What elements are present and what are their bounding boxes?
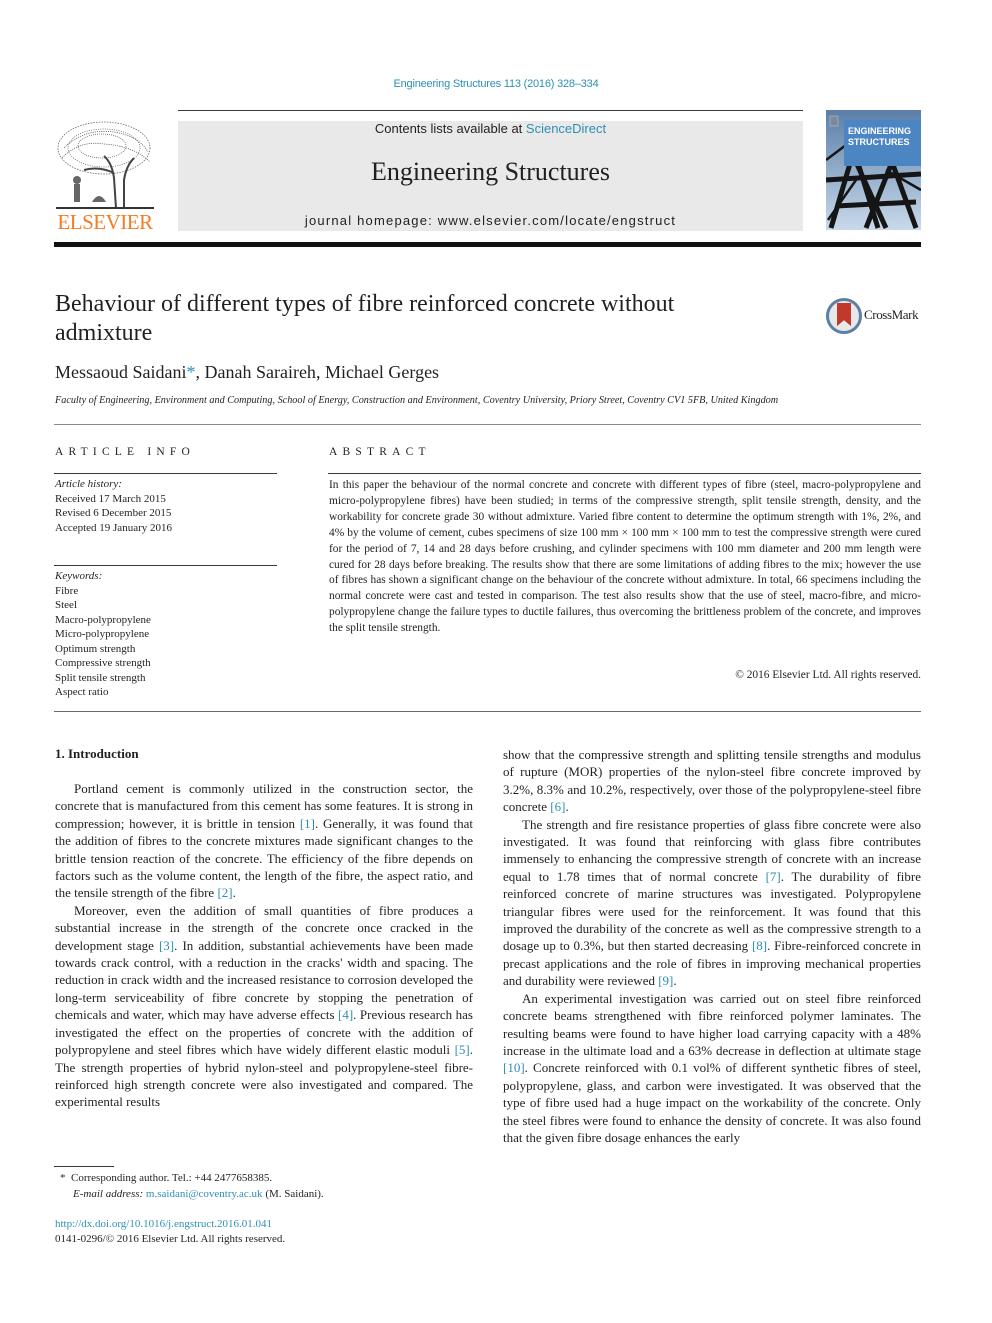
abstract-copyright: © 2016 Elsevier Ltd. All rights reserved… bbox=[735, 669, 921, 681]
history-label: Article history: bbox=[55, 478, 122, 490]
body-paragraph: show that the compressive strength and s… bbox=[503, 746, 921, 816]
article-history: Article history: Received 17 March 2015 … bbox=[55, 477, 275, 535]
body-column-right: show that the compressive strength and s… bbox=[503, 746, 921, 1146]
body-paragraph: Portland cement is commonly utilized in … bbox=[55, 780, 473, 902]
contents-prefix: Contents lists available at bbox=[374, 121, 526, 136]
body-text: . bbox=[673, 973, 677, 989]
section-heading-introduction: 1. Introduction bbox=[55, 746, 139, 761]
keywords-list: Keywords: Fibre Steel Macro-polypropylen… bbox=[55, 569, 275, 700]
keyword: Split tensile strength bbox=[55, 671, 146, 684]
history-accepted: Accepted 19 January 2016 bbox=[55, 521, 172, 534]
author-list: Messaoud Saidani*, Danah Saraireh, Micha… bbox=[55, 362, 439, 383]
author-name[interactable]: Danah Saraireh bbox=[204, 362, 315, 382]
cover-title-line-2: STRUCTURES bbox=[848, 137, 910, 147]
footnote-email: E-mail address: m.saidani@coventry.ac.uk… bbox=[60, 1186, 480, 1202]
citation-link[interactable]: [5] bbox=[455, 1042, 470, 1057]
citation-link[interactable]: [9] bbox=[658, 973, 673, 988]
body-text: An experimental investigation was carrie… bbox=[503, 990, 921, 1058]
doi-link[interactable]: http://dx.doi.org/10.1016/j.engstruct.20… bbox=[55, 1217, 475, 1232]
journal-title: Engineering Structures bbox=[371, 157, 610, 186]
keywords-label: Keywords: bbox=[55, 570, 103, 582]
journal-cover-image[interactable]: ENGINEERING STRUCTURES bbox=[826, 110, 921, 230]
keyword: Steel bbox=[55, 599, 77, 611]
elsevier-wordmark: ELSEVIER bbox=[57, 210, 153, 234]
footnote-corresponding-text: Corresponding author. Tel.: +44 24776583… bbox=[71, 1172, 273, 1184]
keyword: Fibre bbox=[55, 584, 79, 597]
citation-link[interactable]: [3] bbox=[159, 938, 174, 953]
contents-line: Contents lists available at ScienceDirec… bbox=[178, 121, 803, 136]
journal-citation[interactable]: Engineering Structures 113 (2016) 328–33… bbox=[0, 78, 992, 90]
article-info-rule bbox=[54, 473, 277, 474]
keyword: Micro-polypropylene bbox=[55, 628, 150, 640]
doi-block: http://dx.doi.org/10.1016/j.engstruct.20… bbox=[55, 1217, 475, 1246]
sciencedirect-link[interactable]: ScienceDirect bbox=[526, 121, 606, 136]
author-name[interactable]: Michael Gerges bbox=[325, 362, 439, 382]
cover-title-line-1: ENGINEERING bbox=[848, 126, 912, 136]
article-title: Behaviour of different types of fibre re… bbox=[55, 291, 675, 346]
cover-title: ENGINEERING STRUCTURES bbox=[844, 120, 921, 166]
body-paragraph: Moreover, even the addition of small qua… bbox=[55, 902, 473, 1111]
crossmark-button[interactable]: CrossMark bbox=[826, 297, 926, 335]
footnote-mark: * bbox=[60, 1172, 66, 1184]
body-text: . Concrete reinforced with 0.1 vol% of d… bbox=[503, 1060, 921, 1145]
issn-copyright: 0141-0296/© 2016 Elsevier Ltd. All right… bbox=[55, 1232, 286, 1245]
author-affiliation: Faculty of Engineering, Environment and … bbox=[55, 395, 779, 406]
citation-link[interactable]: [6] bbox=[550, 799, 565, 814]
crossmark-icon bbox=[826, 298, 862, 334]
keyword: Compressive strength bbox=[55, 657, 151, 669]
abstract-heading: ABSTRACT bbox=[329, 446, 431, 458]
body-column-left: Portland cement is commonly utilized in … bbox=[55, 780, 473, 1111]
crossmark-label: CrossMark bbox=[864, 307, 919, 322]
history-revised: Revised 6 December 2015 bbox=[55, 507, 172, 519]
keyword: Optimum strength bbox=[55, 642, 136, 655]
abstract-rule bbox=[328, 473, 921, 474]
keyword: Macro-polypropylene bbox=[55, 613, 151, 626]
abstract-text: In this paper the behaviour of the norma… bbox=[329, 479, 921, 635]
footnote-corresponding: * Corresponding author. Tel.: +44 247765… bbox=[60, 1170, 480, 1186]
citation-link[interactable]: [10] bbox=[503, 1060, 525, 1075]
footnote: * Corresponding author. Tel.: +44 247765… bbox=[60, 1170, 480, 1203]
body-text: . bbox=[232, 885, 236, 901]
author-separator: , bbox=[315, 362, 325, 382]
keywords-rule bbox=[54, 565, 277, 566]
elsevier-tree-icon bbox=[56, 121, 154, 209]
author-name[interactable]: Messaoud Saidani bbox=[55, 362, 186, 382]
email-label: E-mail address: bbox=[73, 1188, 144, 1201]
body-paragraph: The strength and fire resistance propert… bbox=[503, 816, 921, 990]
header-rule bbox=[178, 110, 803, 111]
footnote-rule bbox=[54, 1166, 114, 1167]
article-info-heading: ARTICLE INFO bbox=[55, 446, 195, 458]
citation-link[interactable]: [8] bbox=[752, 938, 767, 953]
citation-link[interactable]: [4] bbox=[338, 1007, 353, 1022]
body-text: . bbox=[565, 799, 569, 815]
citation-link[interactable]: [2] bbox=[217, 885, 232, 900]
keyword: Aspect ratio bbox=[55, 686, 109, 698]
affiliation-rule bbox=[54, 424, 921, 425]
history-received: Received 17 March 2015 bbox=[55, 492, 166, 505]
body-paragraph: An experimental investigation was carrie… bbox=[503, 990, 921, 1147]
journal-homepage-link[interactable]: journal homepage: www.elsevier.com/locat… bbox=[178, 213, 803, 228]
email-link[interactable]: m.saidani@coventry.ac.uk bbox=[146, 1188, 263, 1200]
citation-link[interactable]: [1] bbox=[300, 816, 315, 831]
journal-masthead: Contents lists available at ScienceDirec… bbox=[178, 121, 803, 231]
header-thick-rule bbox=[54, 242, 921, 247]
front-matter-rule bbox=[54, 711, 921, 712]
email-suffix: (M. Saidani). bbox=[262, 1188, 324, 1201]
citation-link[interactable]: [7] bbox=[766, 869, 781, 884]
